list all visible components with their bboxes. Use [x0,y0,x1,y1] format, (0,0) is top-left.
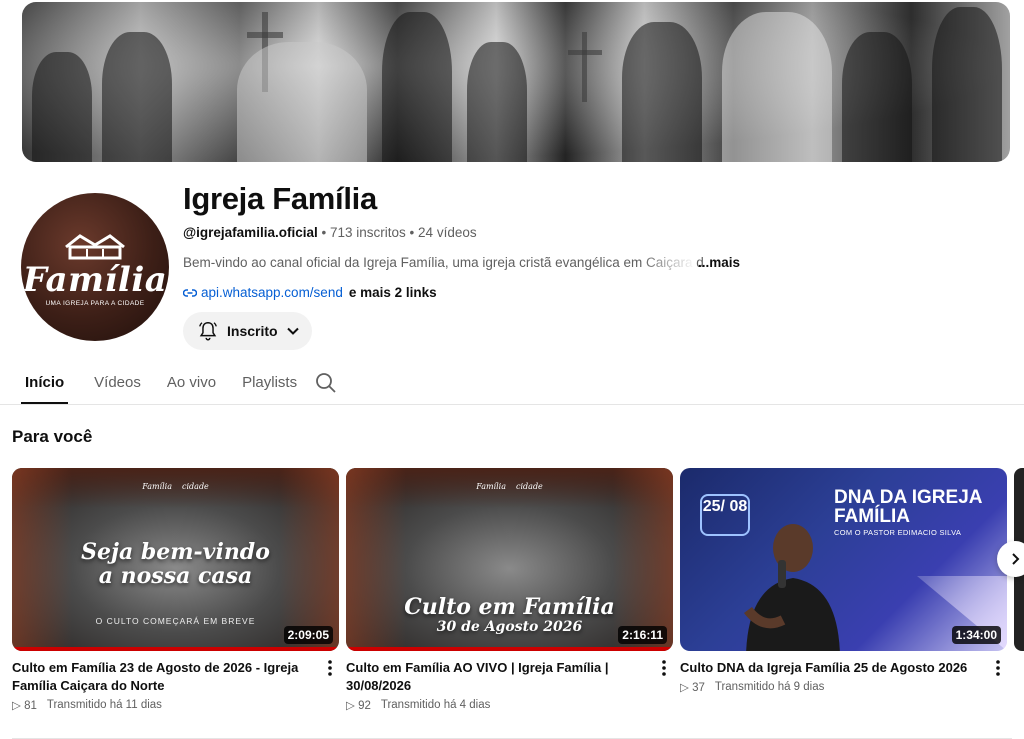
meta-separator: • [321,225,327,240]
chevron-down-icon [286,327,299,335]
meta-separator: • [409,225,415,240]
stream-date: Transmitido há 4 dias [380,699,491,711]
video-title[interactable]: Culto DNA da Igreja Família 25 de Agosto… [680,659,979,677]
channel-avatar: Família UMA IGREJA PARA A CIDADE [21,193,169,341]
subscriber-count: 713 inscritos [329,225,406,240]
channel-links: api.whatsapp.com/send e mais 2 links [183,285,437,300]
video-duration: 2:09:05 [283,626,333,644]
play-icon: ▷ [12,700,21,712]
chevron-right-icon [1012,553,1020,565]
whatsapp-link[interactable]: api.whatsapp.com/send [201,285,343,300]
tab-videos[interactable]: Vídeos [94,362,141,404]
thumbnail-logo: Família cidade [476,482,543,491]
avatar-tagline: UMA IGREJA PARA A CIDADE [45,300,145,307]
tab-playlists[interactable]: Playlists [242,362,297,404]
view-count: 37 [692,682,705,694]
speaker-figure [744,524,840,651]
channel-name: Igreja Família [183,181,377,216]
house-logo-icon [65,234,125,260]
search-icon[interactable] [315,372,337,394]
stream-date: Transmitido há 9 dias [714,681,825,693]
view-count: 92 [358,700,371,712]
section-title: Para você [12,427,93,446]
tabs-divider [0,404,1024,405]
bell-icon [199,322,217,341]
link-icon [183,288,197,297]
description-more-link[interactable]: ...mais [698,255,740,270]
video-title[interactable]: Culto em Família AO VIVO | Igreja Famíli… [346,659,645,695]
video-count: 24 vídeos [418,225,477,240]
thumbnail-logo: Família cidade [142,482,209,491]
view-count: 81 [24,700,37,712]
stream-date: Transmitido há 11 dias [46,699,162,711]
video-duration: 1:34:00 [951,626,1001,644]
more-options-icon[interactable] [661,659,667,677]
video-card[interactable]: Família cidade Culto em Família 30 de Ago… [346,468,673,712]
more-options-icon[interactable] [995,659,1001,677]
video-stats: ▷ 81 Transmitido há 11 dias [12,698,311,712]
tab-ao-vivo[interactable]: Ao vivo [167,362,216,404]
watch-progress-bar [12,647,339,651]
thumbnail-subtitle: O CULTO COMEÇARÁ EM BREVE [95,616,256,626]
video-card[interactable]: Família cidade Seja bem-vindo a nossa cas… [12,468,339,712]
video-thumbnail[interactable]: 25/ 08 DNA DA IGREJA FAMÍLIA COM O PASTO… [680,468,1007,651]
tab-inicio[interactable]: Início [21,362,69,404]
channel-meta: @igrejafamilia.oficial • 713 inscritos •… [183,225,477,240]
video-card[interactable]: 25/ 08 DNA DA IGREJA FAMÍLIA COM O PASTO… [680,468,1007,694]
channel-tabs: Início Vídeos Ao vivo Playlists [21,362,323,404]
video-stats: ▷ 92 Transmitido há 4 dias [346,698,645,712]
thumbnail-headline: Culto em Família [404,594,615,620]
channel-description[interactable]: Bem-vindo ao canal oficial da Igreja Fam… [183,255,703,270]
avatar-wordmark: Família [22,260,168,300]
channel-handle: @igrejafamilia.oficial [183,225,318,240]
thumbnail-headline: Seja bem-vindo a nossa casa [81,539,270,589]
play-icon: ▷ [346,700,355,712]
watch-progress-bar [346,647,673,651]
play-icon: ▷ [680,682,689,694]
thumbnail-headline: DNA DA IGREJA FAMÍLIA [834,487,982,527]
video-stats: ▷ 37 Transmitido há 9 dias [680,680,979,694]
subscribed-label: Inscrito [227,323,278,339]
channel-banner [22,2,1010,162]
more-options-icon[interactable] [327,659,333,677]
video-thumbnail[interactable]: Família cidade Culto em Família 30 de Ago… [346,468,673,651]
more-links-button[interactable]: e mais 2 links [349,285,437,300]
video-duration: 2:16:11 [618,626,667,644]
video-title[interactable]: Culto em Família 23 de Agosto de 2026 - … [12,659,311,695]
subscribed-button[interactable]: Inscrito [183,312,312,350]
video-thumbnail[interactable]: Família cidade Seja bem-vindo a nossa cas… [12,468,339,651]
